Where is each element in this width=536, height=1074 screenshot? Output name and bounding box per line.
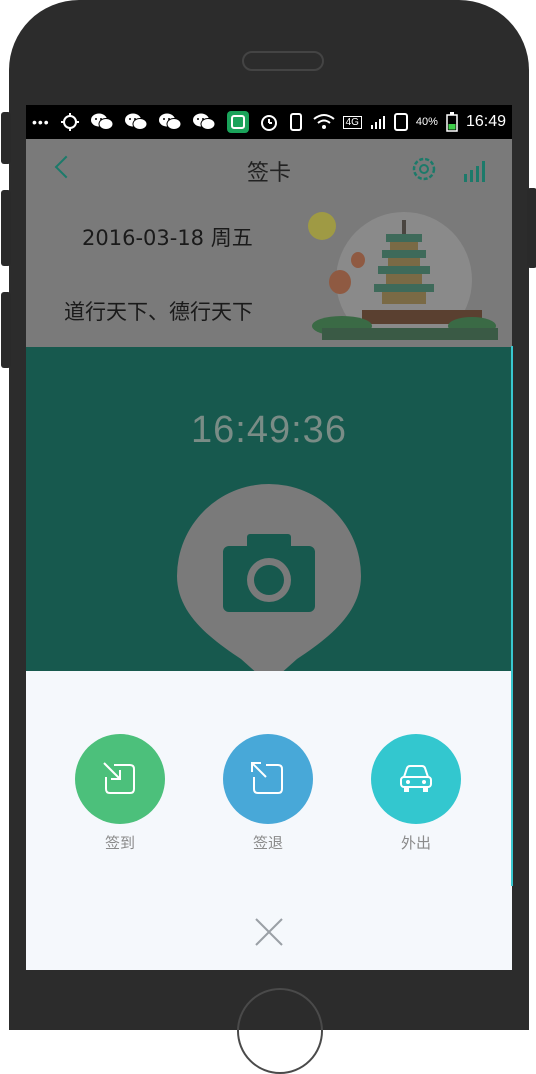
page-title: 签卡 bbox=[246, 161, 291, 186]
go-out-button[interactable] bbox=[371, 734, 461, 824]
side-button-right bbox=[527, 188, 536, 268]
status-bar: ••• 4G 40% 16:49 bbox=[26, 105, 512, 139]
network-type: 4G bbox=[342, 115, 362, 129]
camera-icon[interactable] bbox=[177, 484, 361, 684]
gear-icon[interactable] bbox=[410, 155, 438, 183]
battery-percent: 40% bbox=[415, 116, 438, 128]
cell-signal-icon bbox=[370, 116, 385, 129]
wechat-icon bbox=[124, 113, 148, 130]
wechat-icon bbox=[90, 113, 114, 130]
sign-in-button[interactable] bbox=[75, 734, 165, 824]
pagoda-illustration bbox=[308, 212, 498, 340]
header-bar: 签卡 bbox=[26, 139, 512, 198]
go-out-label: 外出 bbox=[400, 834, 431, 852]
date-text: 2016-03-18 周五 bbox=[82, 226, 253, 250]
slogan-text: 道行天下、德行天下 bbox=[64, 300, 253, 324]
sign-in-label: 签到 bbox=[104, 834, 135, 852]
car-icon bbox=[400, 765, 432, 792]
date-banner: 2016-03-18 周五 道行天下、德行天下 bbox=[26, 198, 512, 347]
current-time: 16:49:36 bbox=[191, 409, 347, 451]
wechat-icon bbox=[192, 113, 216, 130]
home-button[interactable] bbox=[237, 988, 323, 1074]
alarm-icon bbox=[260, 115, 277, 131]
wechat-icon bbox=[158, 113, 182, 130]
close-icon[interactable] bbox=[254, 917, 284, 947]
sign-out-label: 签退 bbox=[252, 834, 283, 852]
wifi-icon bbox=[312, 114, 335, 129]
sim-icon bbox=[393, 113, 408, 131]
phone-screen: ••• 4G 40% 16:49 签卡 2016-03-18 周五 道行天下、德… bbox=[26, 105, 512, 970]
clock-panel: 16:49:36 bbox=[26, 347, 512, 684]
sign-in-icon bbox=[103, 762, 135, 794]
gps-icon bbox=[60, 113, 79, 131]
action-sheet: 签到 签退 外出 bbox=[26, 671, 512, 970]
side-button-left-3 bbox=[1, 292, 11, 368]
screen-edge-highlight bbox=[511, 346, 513, 886]
earpiece-speaker bbox=[242, 51, 324, 71]
side-button-left-2 bbox=[1, 190, 11, 266]
app-notification-icon bbox=[226, 111, 249, 133]
side-button-left-1 bbox=[1, 112, 11, 164]
vibrate-icon bbox=[289, 113, 302, 131]
signal-bars-icon[interactable] bbox=[463, 157, 489, 183]
go-out-action[interactable]: 外出 bbox=[371, 734, 461, 853]
sign-out-action[interactable]: 签退 bbox=[223, 734, 313, 853]
more-icon: ••• bbox=[32, 114, 50, 130]
status-time: 16:49 bbox=[465, 113, 506, 130]
sign-out-icon bbox=[251, 762, 283, 794]
sign-in-action[interactable]: 签到 bbox=[75, 734, 165, 853]
sign-out-button[interactable] bbox=[223, 734, 313, 824]
battery-icon bbox=[446, 112, 458, 132]
